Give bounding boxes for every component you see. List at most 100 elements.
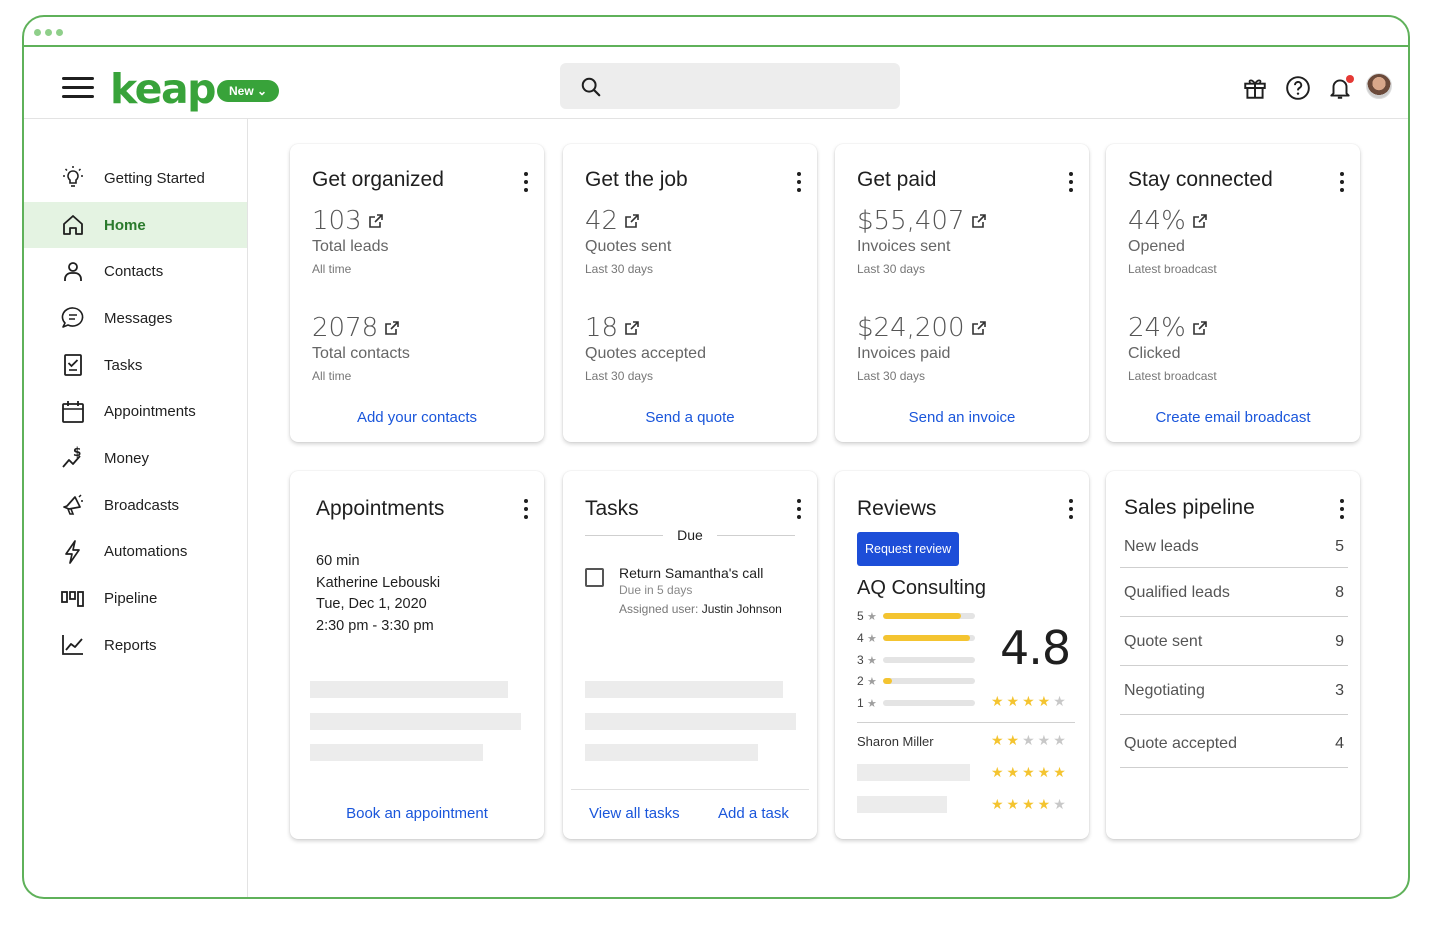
top-header: keap New ⌄ (24, 47, 1408, 119)
more-options-icon[interactable] (1340, 172, 1344, 192)
calendar-icon (60, 399, 86, 425)
sidebar-item-broadcasts[interactable]: Broadcasts (24, 482, 247, 529)
sidebar-item-label: Messages (104, 309, 173, 327)
rating-row: 5 ★ (857, 609, 975, 623)
pipeline-row[interactable]: Qualified leads 8 (1120, 568, 1348, 617)
chat-icon (60, 305, 86, 331)
pipeline-icon (60, 586, 86, 612)
card-stay-connected: Stay connected 44% Opened Latest broadca… (1106, 144, 1360, 442)
sidebar-item-tasks[interactable]: Tasks (24, 342, 247, 389)
sidebar-item-label: Tasks (104, 356, 143, 374)
appointment-details[interactable]: 60 min Katherine Lebouski Tue, Dec 1, 20… (316, 551, 440, 637)
sidebar-item-appointments[interactable]: Appointments (24, 388, 247, 435)
request-review-button[interactable]: Request review (857, 532, 960, 566)
sidebar: Getting Started Home Contacts Messages T… (24, 119, 248, 897)
sidebar-item-money[interactable]: $ Money (24, 435, 247, 482)
pipeline-row[interactable]: Quote accepted 4 (1120, 715, 1348, 768)
create-email-broadcast-link[interactable]: Create email broadcast (1106, 409, 1360, 426)
placeholder-line (310, 744, 483, 761)
due-divider: Due (585, 527, 795, 543)
user-avatar[interactable] (1366, 73, 1392, 99)
card-title: Tasks (585, 497, 639, 520)
card-title: Sales pipeline (1124, 496, 1255, 519)
rating-row: 2 ★ (857, 674, 975, 688)
lightbulb-icon (60, 165, 86, 191)
rating-bar (883, 678, 975, 684)
external-link-icon (625, 321, 639, 335)
pipeline-row[interactable]: Negotiating 3 (1120, 666, 1348, 715)
stat-clicked[interactable]: 24% Clicked Latest broadcast (1128, 313, 1217, 383)
rating-star-number: 3 (857, 653, 864, 667)
search-input[interactable] (560, 63, 900, 109)
stat-total-contacts[interactable]: 2078 Total contacts All time (312, 313, 410, 383)
task-checkbox[interactable] (585, 568, 604, 587)
money-icon: $ (60, 445, 86, 471)
card-get-organized: Get organized 103 Total leads All time 2… (290, 144, 544, 442)
gift-icon[interactable] (1242, 75, 1268, 101)
notification-badge (1346, 75, 1354, 83)
rating-star-number: 4 (857, 631, 864, 645)
sidebar-item-label: Pipeline (104, 590, 158, 608)
sidebar-item-home[interactable]: Home (24, 201, 247, 249)
rating-bar (883, 613, 975, 619)
sidebar-item-pipeline[interactable]: Pipeline (24, 575, 247, 622)
stat-quotes-accepted[interactable]: 18 Quotes accepted Last 30 days (585, 313, 706, 383)
pipeline-row[interactable]: Quote sent 9 (1120, 617, 1348, 666)
more-options-icon[interactable] (797, 172, 801, 192)
external-link-icon (1192, 214, 1207, 228)
card-tasks: Tasks Due Return Samantha's call Due in … (563, 471, 817, 839)
divider (571, 789, 809, 790)
task-due: Due in 5 days (619, 583, 693, 597)
menu-icon[interactable] (62, 77, 94, 99)
card-title: Appointments (316, 497, 445, 520)
rating-stars: ★★★★★ (991, 693, 1069, 709)
sidebar-item-contacts[interactable]: Contacts (24, 248, 247, 295)
sidebar-item-automations[interactable]: Automations (24, 529, 247, 576)
rating-star-number: 5 (857, 609, 864, 623)
stat-invoices-paid[interactable]: $24,200 Invoices paid Last 30 days (857, 313, 987, 383)
new-dropdown-button[interactable]: New ⌄ (217, 80, 280, 102)
sidebar-item-label: Reports (104, 636, 157, 654)
help-icon[interactable] (1285, 75, 1311, 101)
sidebar-item-getting-started[interactable]: Getting Started (24, 155, 247, 202)
card-get-the-job: Get the job 42 Quotes sent Last 30 days … (563, 144, 817, 442)
reviewer-name: Sharon Miller (857, 734, 934, 749)
review-stars: ★★★★★ (991, 732, 1069, 748)
view-all-tasks-link[interactable]: View all tasks (589, 805, 680, 822)
stat-quotes-sent[interactable]: 42 Quotes sent Last 30 days (585, 206, 671, 276)
book-appointment-link[interactable]: Book an appointment (290, 805, 544, 822)
keap-logo[interactable]: keap (110, 65, 217, 113)
more-options-icon[interactable] (524, 172, 528, 192)
rating-bar-fill (883, 613, 962, 619)
sidebar-item-label: Contacts (104, 263, 164, 281)
send-invoice-link[interactable]: Send an invoice (835, 409, 1089, 426)
more-options-icon[interactable] (524, 499, 528, 519)
rating-star-number: 1 (857, 696, 864, 710)
sidebar-item-label: Automations (104, 543, 188, 561)
stat-invoices-sent[interactable]: $55,407 Invoices sent Last 30 days (857, 206, 987, 276)
rating-star-number: 2 (857, 674, 864, 688)
placeholder-line (585, 681, 783, 698)
sidebar-item-reports[interactable]: Reports (24, 622, 247, 669)
stat-opened[interactable]: 44% Opened Latest broadcast (1128, 206, 1217, 276)
sidebar-item-messages[interactable]: Messages (24, 295, 247, 342)
task-title[interactable]: Return Samantha's call (619, 565, 763, 581)
card-title: Stay connected (1128, 168, 1273, 191)
app-window: keap New ⌄ Getting Started Home Contacts… (22, 15, 1410, 899)
send-quote-link[interactable]: Send a quote (563, 409, 817, 426)
sidebar-item-label: Appointments (104, 403, 196, 421)
window-controls (34, 29, 63, 36)
card-title: Reviews (857, 497, 937, 520)
stat-total-leads[interactable]: 103 Total leads All time (312, 206, 389, 276)
rating-bar (883, 700, 975, 706)
more-options-icon[interactable] (1069, 172, 1073, 192)
external-link-icon (971, 321, 986, 335)
rating-row: 4 ★ (857, 631, 975, 645)
add-contacts-link[interactable]: Add your contacts (290, 409, 544, 426)
card-title: Get paid (857, 168, 937, 191)
more-options-icon[interactable] (797, 499, 801, 519)
more-options-icon[interactable] (1340, 499, 1344, 519)
add-task-link[interactable]: Add a task (718, 805, 789, 822)
more-options-icon[interactable] (1069, 499, 1073, 519)
star-icon: ★ (867, 697, 877, 710)
